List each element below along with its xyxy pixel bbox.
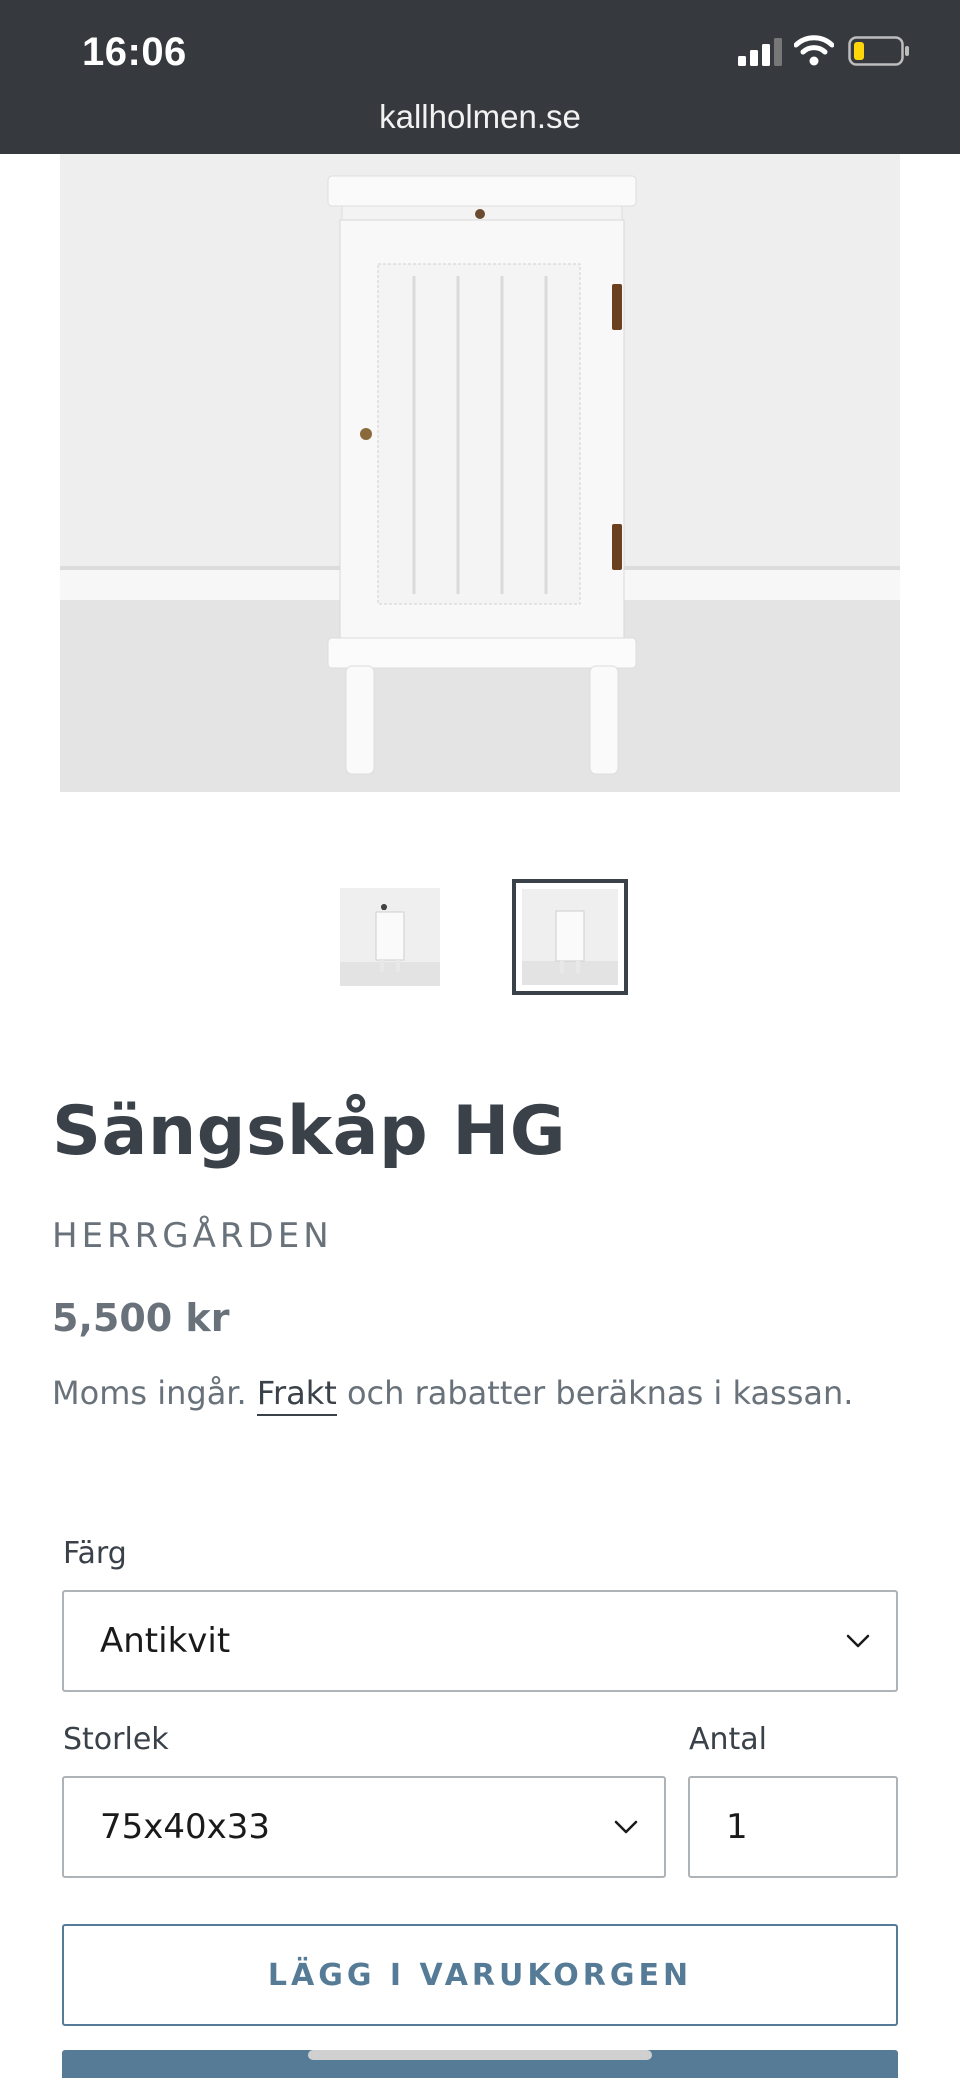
- size-label: Storlek: [63, 1722, 169, 1757]
- product-vendor: HERRGÅRDEN: [52, 1216, 333, 1256]
- size-select-value: 75x40x33: [100, 1807, 271, 1847]
- signal-icon: [738, 38, 782, 66]
- battery-icon: [848, 36, 909, 66]
- color-label: Färg: [63, 1536, 127, 1571]
- quantity-input[interactable]: 1: [688, 1776, 898, 1878]
- product-price: 5,500 kr: [52, 1296, 230, 1340]
- wifi-icon: [794, 35, 834, 66]
- add-to-cart-button[interactable]: LÄGG I VARUKORGEN: [62, 1924, 898, 2026]
- quantity-label: Antal: [689, 1722, 768, 1757]
- browser-top-bar: 16:06 kallholmen.se: [0, 0, 960, 154]
- size-select[interactable]: 75x40x33: [62, 1776, 666, 1878]
- shipping-link[interactable]: Frakt: [256, 1374, 337, 1416]
- quantity-value: 1: [726, 1807, 748, 1847]
- chevron-down-icon: [846, 1634, 870, 1648]
- status-time: 16:06: [82, 30, 187, 74]
- chevron-down-icon: [614, 1820, 638, 1834]
- thumbnail-1[interactable]: [340, 888, 440, 986]
- tax-note-suffix: och rabatter beräknas i kassan.: [346, 1374, 854, 1412]
- home-indicator: [308, 2050, 652, 2060]
- url-bar[interactable]: kallholmen.se: [0, 98, 960, 136]
- tax-note-prefix: Moms ingår.: [52, 1374, 247, 1412]
- product-image[interactable]: [60, 154, 900, 792]
- color-select-value: Antikvit: [100, 1621, 231, 1661]
- tax-note: Moms ingår. Frakt och rabatter beräknas …: [52, 1374, 854, 1416]
- thumbnail-2-selected[interactable]: [512, 879, 628, 995]
- product-title: Sängskåp HG: [52, 1092, 567, 1171]
- color-select[interactable]: Antikvit: [62, 1590, 898, 1692]
